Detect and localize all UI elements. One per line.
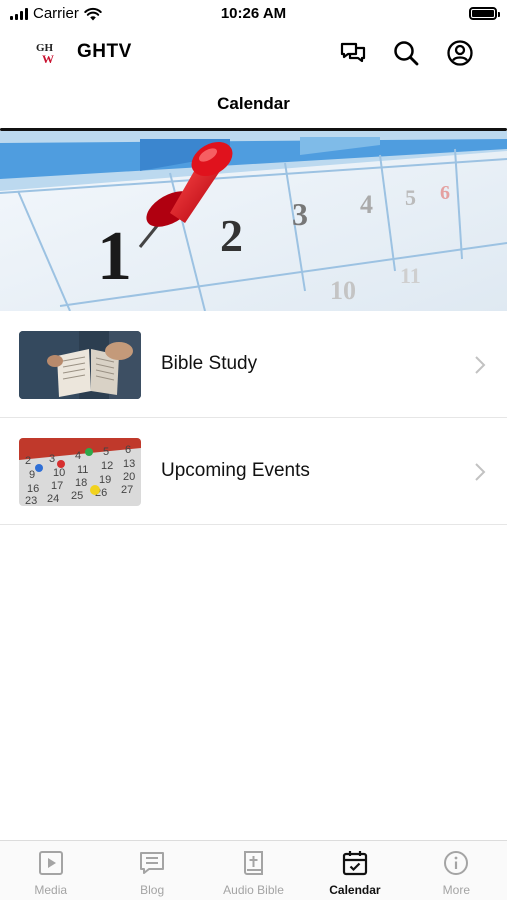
svg-text:6: 6 — [440, 182, 450, 204]
tab-label: Audio Bible — [223, 883, 284, 897]
svg-text:10: 10 — [330, 276, 356, 305]
svg-text:11: 11 — [400, 263, 421, 288]
tab-bar: Media Blog Audio Bible Calendar More — [0, 840, 507, 900]
page-title: Calendar — [217, 94, 290, 113]
open-bible-thumbnail — [19, 331, 141, 399]
svg-text:16: 16 — [27, 483, 39, 495]
tab-audio-bible[interactable]: Audio Bible — [203, 841, 304, 900]
hero-date-2: 2 — [220, 210, 243, 261]
svg-text:10: 10 — [53, 467, 65, 479]
list-item-label: Bible Study — [161, 353, 258, 374]
svg-text:23: 23 — [25, 495, 37, 506]
svg-text:4: 4 — [75, 450, 81, 462]
ghtv-logo: GH W — [36, 42, 54, 66]
svg-text:25: 25 — [71, 490, 83, 502]
status-bar: Carrier 10:26 AM — [0, 0, 507, 28]
tab-label: More — [442, 883, 470, 897]
tab-media[interactable]: Media — [0, 841, 101, 900]
svg-text:9: 9 — [29, 469, 35, 481]
svg-text:24: 24 — [47, 493, 59, 505]
play-icon — [38, 850, 64, 876]
svg-text:2: 2 — [25, 455, 31, 467]
svg-text:W: W — [42, 52, 54, 66]
message-icon — [139, 850, 165, 876]
calendar-hero-image: 1 2 3 4 5 6 10 11 — [0, 131, 507, 311]
svg-text:3: 3 — [49, 453, 55, 465]
chat-icon[interactable] — [339, 39, 367, 67]
calendar-icon — [342, 850, 368, 876]
tab-calendar[interactable]: Calendar — [304, 841, 405, 900]
svg-text:5: 5 — [103, 446, 109, 458]
svg-text:17: 17 — [51, 480, 63, 492]
svg-text:5: 5 — [405, 185, 416, 210]
calendar-list: Bible Study 23456 9 10 11 12 13 16 17 18 19 20 2… — [0, 311, 507, 525]
svg-text:27: 27 — [121, 484, 133, 496]
tab-label: Blog — [140, 883, 165, 897]
search-icon[interactable] — [392, 39, 420, 67]
calendar-pins-thumbnail: 23456 9 10 11 12 13 16 17 18 19 20 23 24 25 26 27 — [19, 438, 141, 506]
svg-text:19: 19 — [99, 474, 111, 486]
tab-label: Calendar — [329, 883, 381, 897]
tab-blog[interactable]: Blog — [101, 841, 202, 900]
svg-text:20: 20 — [123, 471, 135, 483]
app-title: GHTV — [77, 41, 132, 62]
list-item-bible-study[interactable]: Bible Study — [0, 311, 507, 418]
svg-text:13: 13 — [123, 458, 135, 470]
svg-text:11: 11 — [77, 464, 88, 476]
battery-icon — [469, 7, 500, 20]
svg-text:6: 6 — [125, 444, 131, 456]
svg-text:1: 1 — [97, 218, 132, 295]
account-icon[interactable] — [446, 39, 474, 67]
bible-icon — [241, 850, 267, 876]
svg-text:4: 4 — [360, 190, 373, 219]
list-item-label: Upcoming Events — [161, 460, 310, 481]
tab-label: Media — [34, 883, 68, 897]
list-item-upcoming-events[interactable]: 23456 9 10 11 12 13 16 17 18 19 20 23 24 25 26 27 Up… — [0, 418, 507, 525]
chevron-right-icon — [475, 463, 486, 481]
svg-text:12: 12 — [101, 460, 113, 472]
info-icon — [443, 850, 469, 876]
tab-more[interactable]: More — [406, 841, 507, 900]
app-bar: GH W GHTV — [0, 30, 507, 76]
svg-text:18: 18 — [75, 477, 87, 489]
svg-text:3: 3 — [292, 196, 308, 232]
chevron-right-icon — [475, 356, 486, 374]
status-time: 10:26 AM — [220, 5, 287, 22]
